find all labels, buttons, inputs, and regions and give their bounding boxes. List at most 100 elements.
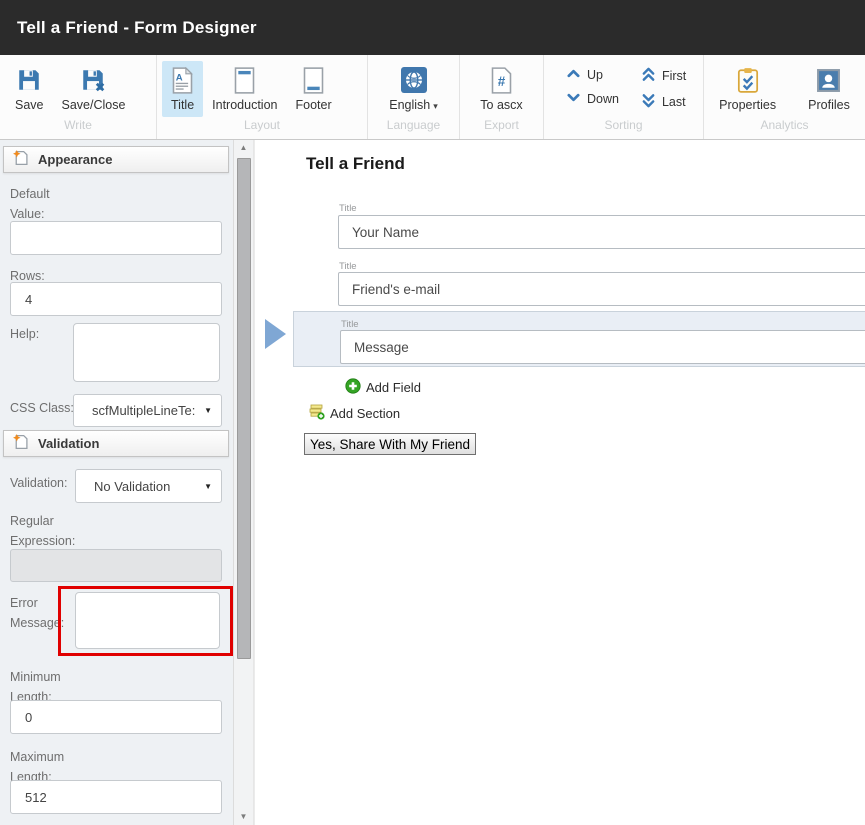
ribbon-group-language: English▾ Language <box>368 55 459 139</box>
language-caret-icon: ▾ <box>433 101 438 111</box>
regular-expression-label: Regular Expression: <box>10 511 75 551</box>
introduction-page-icon <box>233 66 256 94</box>
field-input-message[interactable] <box>340 330 865 364</box>
add-section-button[interactable]: Add Section <box>308 404 400 423</box>
sorting-column-1: Up Down <box>566 67 619 111</box>
sort-first-label: First <box>662 69 686 83</box>
analytics-buttons: Properties Profiles <box>704 55 865 118</box>
validation-dropdown[interactable]: No Validation ▼ <box>75 469 222 503</box>
error-message-textarea[interactable] <box>75 592 220 649</box>
help-label: Help: <box>10 324 39 344</box>
language-button-label: English <box>389 98 430 112</box>
properties-button-label: Properties <box>719 98 776 112</box>
add-section-pages-icon <box>308 404 325 423</box>
layout-buttons: A Title Introduction Footer <box>157 55 367 118</box>
field-properties-panel: Appearance Default Value: Rows: Help: CS… <box>0 140 233 825</box>
footer-button-label: Footer <box>295 98 331 112</box>
language-label-row: English▾ <box>389 98 438 112</box>
ribbon-group-label-layout: Layout <box>157 118 367 139</box>
help-textarea[interactable] <box>73 323 220 382</box>
maximum-length-input[interactable] <box>10 780 222 814</box>
profiles-button-label: Profiles <box>808 98 850 112</box>
save-close-icon <box>80 66 106 94</box>
ribbon-group-sorting: Up Down First Last <box>544 55 703 139</box>
scroll-down-arrow-icon[interactable]: ▼ <box>234 809 253 825</box>
export-buttons: # To ascx <box>460 55 543 118</box>
validation-dropdown-caret-icon: ▼ <box>204 482 221 491</box>
ribbon-toolbar: Save Save/Close Write A Title <box>0 55 865 140</box>
page-star-icon <box>13 434 28 453</box>
add-field-button[interactable]: Add Field <box>345 378 421 397</box>
globe-icon <box>401 66 427 94</box>
appearance-section-header[interactable]: Appearance <box>3 146 229 173</box>
field-input-your-name[interactable] <box>338 215 865 249</box>
sorting-buttons: Up Down First Last <box>544 55 703 118</box>
ribbon-group-export: # To ascx Export <box>460 55 543 139</box>
save-icon <box>16 66 42 94</box>
ribbon-group-layout: A Title Introduction Footer Layout <box>157 55 367 139</box>
save-button[interactable]: Save <box>6 61 53 117</box>
rows-input[interactable] <box>10 282 222 316</box>
language-dropdown-button[interactable]: English▾ <box>380 61 447 117</box>
form-designer-canvas: Tell a Friend Title Title Title Add Fiel… <box>254 140 865 825</box>
title-page-icon: A <box>171 66 194 94</box>
ribbon-group-label-sorting: Sorting <box>544 118 703 139</box>
properties-button[interactable]: Properties <box>710 61 785 117</box>
ribbon-group-label-export: Export <box>460 118 543 139</box>
profiles-person-icon <box>816 66 841 94</box>
scrollbar-thumb[interactable] <box>237 158 251 659</box>
form-title-heading: Tell a Friend <box>306 154 405 174</box>
validation-dropdown-value: No Validation <box>76 479 204 494</box>
form-submit-button[interactable]: Yes, Share With My Friend <box>304 433 476 455</box>
validation-section-header[interactable]: Validation <box>3 430 229 457</box>
ribbon-group-analytics: Properties Profiles Analytics <box>704 55 865 139</box>
sort-last-label: Last <box>662 95 686 109</box>
save-close-button-label: Save/Close <box>62 98 126 112</box>
footer-button[interactable]: Footer <box>286 61 340 117</box>
save-close-button[interactable]: Save/Close <box>53 61 135 117</box>
window-title: Tell a Friend - Form Designer <box>17 18 257 38</box>
sort-down-label: Down <box>587 92 619 106</box>
double-chevron-up-icon <box>641 67 656 85</box>
add-field-label: Add Field <box>366 380 421 395</box>
to-ascx-button-label: To ascx <box>480 98 522 112</box>
minimum-length-input[interactable] <box>10 700 222 734</box>
sort-first-button[interactable]: First <box>641 67 686 85</box>
add-field-plus-icon <box>345 378 361 397</box>
write-buttons: Save Save/Close <box>0 55 156 118</box>
svg-text:#: # <box>498 74 506 89</box>
sort-last-button[interactable]: Last <box>641 93 686 111</box>
introduction-button[interactable]: Introduction <box>203 61 286 117</box>
page-star-icon <box>13 150 28 169</box>
svg-text:A: A <box>176 72 183 83</box>
title-button[interactable]: A Title <box>162 61 203 117</box>
ribbon-group-label-language: Language <box>368 118 459 139</box>
scroll-up-arrow-icon[interactable]: ▲ <box>234 140 253 156</box>
ribbon-group-label-write: Write <box>0 118 156 139</box>
panel-vertical-scrollbar[interactable]: ▲ ▼ <box>233 140 254 825</box>
sort-up-button[interactable]: Up <box>566 67 619 83</box>
css-class-dropdown-value: scfMultipleLineTe: <box>74 403 204 418</box>
ribbon-group-write: Save Save/Close Write <box>0 55 156 139</box>
double-chevron-down-icon <box>641 93 656 111</box>
to-ascx-button[interactable]: # To ascx <box>471 61 531 117</box>
ascx-page-icon: # <box>490 66 513 94</box>
css-class-label: CSS Class: <box>10 398 74 418</box>
profiles-button[interactable]: Profiles <box>799 61 859 117</box>
css-class-dropdown[interactable]: scfMultipleLineTe: ▼ <box>73 394 222 427</box>
introduction-button-label: Introduction <box>212 98 277 112</box>
language-buttons: English▾ <box>368 55 459 118</box>
sort-up-label: Up <box>587 68 603 82</box>
title-button-label: Title <box>171 98 194 112</box>
footer-page-icon <box>302 66 325 94</box>
field-input-friends-email[interactable] <box>338 272 865 306</box>
field-title-label: Title <box>339 203 357 214</box>
sorting-column-2: First Last <box>641 67 686 111</box>
properties-clipboard-icon <box>736 66 760 94</box>
ribbon-group-label-analytics: Analytics <box>704 118 865 139</box>
save-button-label: Save <box>15 98 44 112</box>
window-titlebar: Tell a Friend - Form Designer <box>0 0 865 55</box>
default-value-input[interactable] <box>10 221 222 255</box>
chevron-down-icon <box>566 91 581 107</box>
sort-down-button[interactable]: Down <box>566 91 619 107</box>
